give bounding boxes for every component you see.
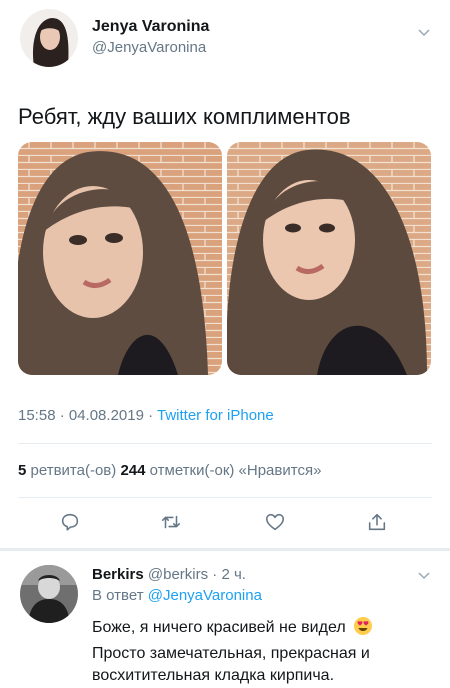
reply-header: Berkirs @berkirs · 2 ч. xyxy=(92,566,246,583)
like-icon[interactable] xyxy=(264,511,286,533)
reply-line: Просто замечательная, прекрасная и xyxy=(92,645,370,662)
reply-avatar[interactable] xyxy=(20,565,78,623)
reply-text: Боже, я ничего красивей не видел Просто … xyxy=(92,616,432,687)
reply-time: · 2 ч. xyxy=(208,566,246,583)
tweet-text: Ребят, жду ваших комплиментов xyxy=(18,104,351,129)
divider xyxy=(18,497,432,498)
reply-line: восхитительная кладка кирпича. xyxy=(92,667,335,684)
reply-to-mention[interactable]: @JenyaVaronina xyxy=(148,587,262,604)
reply-author-name[interactable]: Berkirs xyxy=(92,566,144,583)
chevron-down-icon[interactable] xyxy=(417,25,431,43)
chevron-down-icon[interactable] xyxy=(417,568,431,586)
reply-to-prefix: В ответ xyxy=(92,587,148,604)
reply-line-text: Боже, я ничего красивей не видел xyxy=(92,619,346,636)
reply-line: Боже, я ничего красивей не видел xyxy=(92,616,432,643)
tweet-source[interactable]: Twitter for iPhone xyxy=(157,407,274,424)
likes-count[interactable]: 244 xyxy=(120,462,145,479)
section-divider xyxy=(0,548,450,551)
tweet-time: 15:58 · 04.08.2019 · xyxy=(18,407,157,424)
heart-eyes-emoji-icon xyxy=(353,616,373,643)
author-handle[interactable]: @JenyaVaronina xyxy=(92,39,206,56)
share-icon[interactable] xyxy=(366,511,388,533)
tweet-photo-2[interactable] xyxy=(227,142,431,375)
reply-author-handle[interactable]: @berkirs xyxy=(148,566,208,583)
author-avatar[interactable] xyxy=(20,9,78,67)
tweet-photo-1[interactable] xyxy=(18,142,222,375)
tweet-meta: 15:58 · 04.08.2019 · Twitter for iPhone xyxy=(18,407,274,424)
retweets-label[interactable]: ретвита(-ов) xyxy=(26,462,120,479)
divider xyxy=(18,443,432,444)
reply-to: В ответ @JenyaVaronina xyxy=(92,587,262,604)
retweet-icon[interactable] xyxy=(160,511,182,533)
likes-label[interactable]: отметки(-ок) «Нравится» xyxy=(145,462,322,479)
author-name[interactable]: Jenya Varonina xyxy=(92,18,209,36)
tweet-stats: 5 ретвита(-ов) 244 отметки(-ок) «Нравитс… xyxy=(18,462,321,479)
reply-icon[interactable] xyxy=(59,511,81,533)
